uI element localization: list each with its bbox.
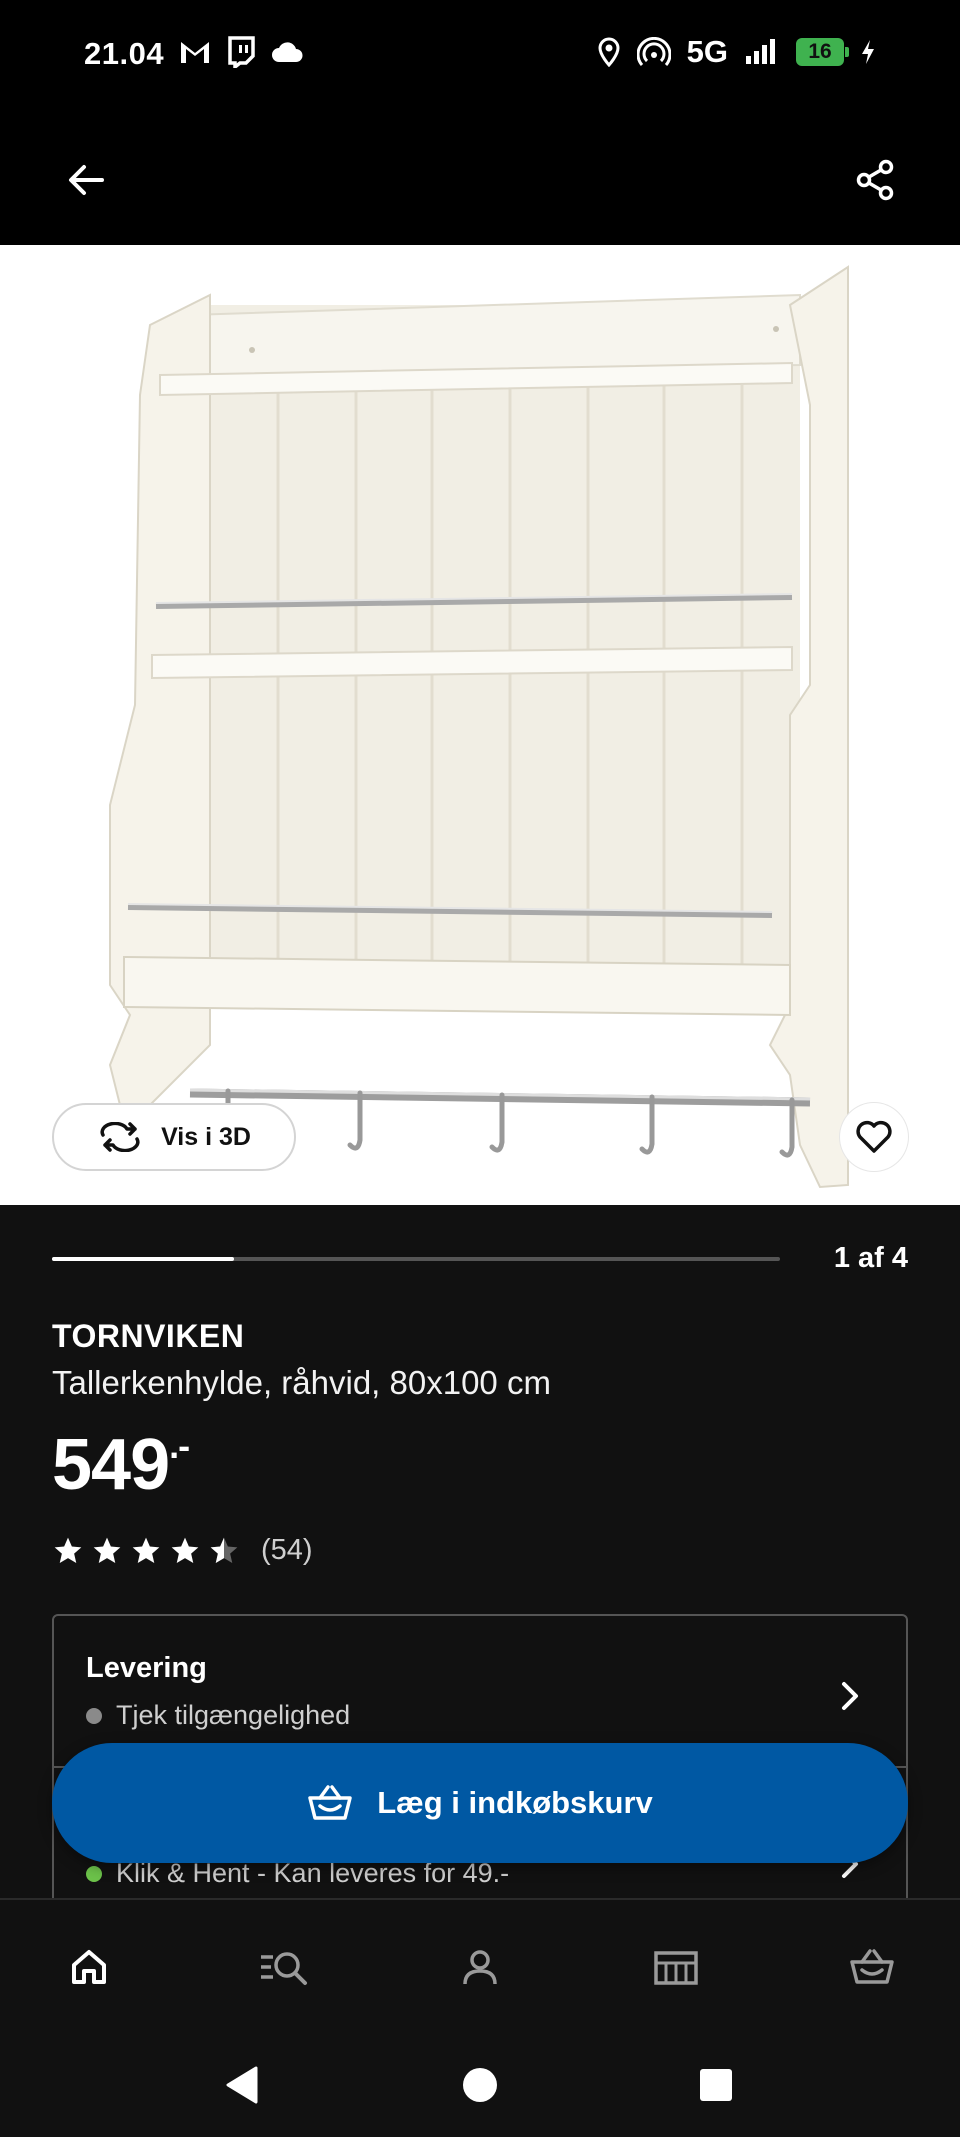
add-to-cart-label: Læg i indkøbskurv (377, 1785, 653, 1820)
hotspot-icon (636, 37, 671, 66)
nav-home[interactable] (59, 1942, 119, 1992)
product-name: TORNVIKEN (52, 1318, 245, 1354)
system-status: 5G 16 (597, 34, 876, 70)
battery-level: 16 (808, 40, 832, 63)
battery-icon: 16 (796, 38, 849, 66)
twitch-icon (228, 36, 255, 68)
charging-icon (862, 40, 874, 64)
system-home-button[interactable] (452, 2057, 508, 2113)
view-3d-button[interactable]: Vis i 3D (52, 1103, 296, 1171)
delivery-status: Tjek tilgængelighed (86, 1700, 350, 1731)
star-icon (93, 1537, 121, 1563)
status-bar: 21.04 5G 16 (0, 0, 960, 108)
status-time: 21.04 (84, 36, 165, 71)
chevron-right-icon (842, 1682, 858, 1710)
circle-home-icon (463, 2068, 497, 2102)
nav-search[interactable] (255, 1942, 315, 1992)
notification-icons (178, 36, 304, 68)
star-half-icon (210, 1537, 238, 1563)
image-carousel-indicator: 1 af 4 (52, 1240, 908, 1280)
view-3d-label: Vis i 3D (161, 1122, 251, 1151)
share-icon (856, 159, 894, 201)
product-price: 549.- (52, 1424, 190, 1506)
star-icon (171, 1537, 199, 1563)
heart-icon (856, 1120, 892, 1153)
signal-icon (746, 39, 775, 64)
back-button[interactable] (56, 150, 116, 210)
profile-icon (463, 1950, 497, 1985)
location-icon (598, 37, 620, 67)
arrow-left-icon (69, 165, 104, 195)
share-button[interactable] (846, 150, 906, 210)
star-icon (54, 1537, 82, 1563)
app-bar (0, 108, 960, 245)
carousel-progress-track (52, 1257, 780, 1261)
product-description: Tallerkenhylde, råhvid, 80x100 cm (52, 1364, 551, 1401)
rotate-3d-icon (100, 1122, 140, 1152)
delivery-status-text: Tjek tilgængelighed (116, 1700, 351, 1730)
product-rating[interactable]: (54) (52, 1534, 313, 1567)
cloud-icon (272, 42, 303, 62)
delivery-title: Levering (86, 1652, 207, 1684)
price-suffix: .- (169, 1425, 190, 1466)
triangle-back-icon (226, 2066, 258, 2104)
nav-stores[interactable] (646, 1942, 706, 1992)
availability-dot-icon (86, 1865, 102, 1882)
nav-profile[interactable] (450, 1942, 510, 1992)
carousel-page-counter: 1 af 4 (833, 1242, 908, 1274)
search-icon (261, 1952, 307, 1985)
system-navigation (0, 2033, 960, 2137)
system-back-button[interactable] (214, 2057, 270, 2113)
review-count: (54) (261, 1534, 313, 1566)
system-recents-button[interactable] (688, 2057, 744, 2113)
store-icon (654, 1951, 698, 1985)
bottom-navigation (0, 1898, 960, 2033)
product-image[interactable]: Vis i 3D (0, 245, 960, 1205)
favorite-button[interactable] (840, 1103, 908, 1171)
price-value: 549 (52, 1425, 170, 1505)
shelf-illustration (108, 265, 849, 1189)
home-icon (72, 1950, 106, 1984)
square-recents-icon (700, 2069, 732, 2101)
gmail-icon (181, 42, 209, 63)
star-icon (132, 1537, 160, 1563)
availability-dot-icon (86, 1707, 102, 1724)
basket-icon (308, 1785, 352, 1820)
network-type: 5G (686, 34, 728, 69)
add-to-cart-button[interactable]: Læg i indkøbskurv (52, 1743, 908, 1863)
cart-icon (850, 1949, 894, 1984)
nav-cart[interactable] (842, 1942, 902, 1992)
carousel-progress-fill (52, 1257, 234, 1261)
